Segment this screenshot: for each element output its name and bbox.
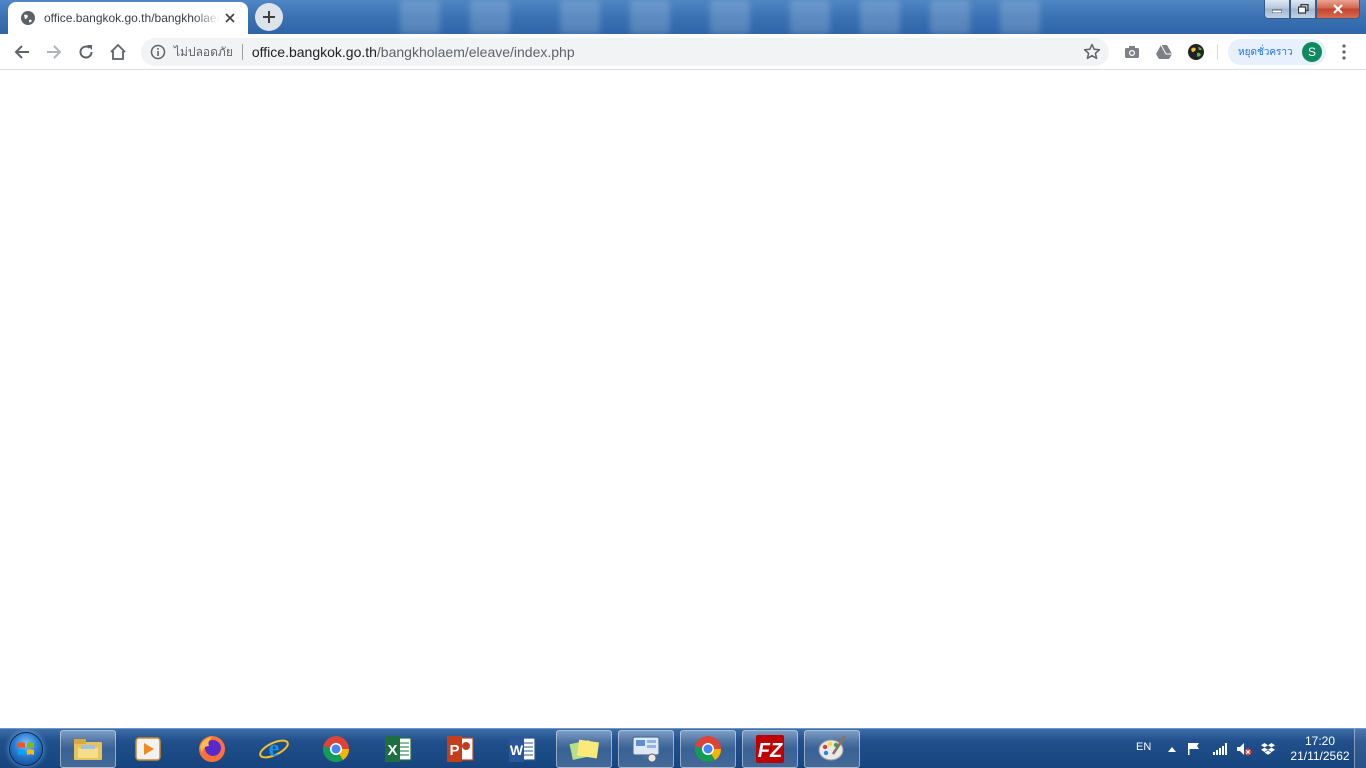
action-center-flag-icon[interactable]: [1186, 741, 1202, 757]
svg-text:FZ: FZ: [758, 740, 783, 762]
globe-icon: [21, 11, 35, 25]
aero-glass-highlight: [630, 0, 670, 34]
taskbar-clock[interactable]: 17:20 21/11/2562: [1284, 734, 1356, 764]
address-bar[interactable]: ไม่ปลอดภัย office.bangkok.go.th/bangkhol…: [141, 38, 1109, 66]
taskbar-word[interactable]: W: [494, 730, 550, 768]
close-icon[interactable]: [220, 8, 240, 28]
aero-glass-highlight: [930, 0, 970, 34]
file-explorer-icon: [74, 739, 102, 760]
svg-text:W: W: [510, 742, 524, 758]
taskbar-media-player[interactable]: [120, 730, 176, 768]
plus-icon: [263, 11, 275, 23]
powerpoint-icon: P: [447, 736, 474, 762]
chevron-up-icon[interactable]: [1164, 741, 1180, 757]
globe-extension-icon[interactable]: [1186, 42, 1206, 62]
svg-text:e: e: [269, 736, 280, 762]
close-window-button[interactable]: [1316, 0, 1360, 19]
browser-toolbar: ไม่ปลอดภัย office.bangkok.go.th/bangkhol…: [0, 34, 1366, 70]
paint-icon: [818, 735, 847, 761]
taskbar-excel[interactable]: X: [370, 730, 426, 768]
drive-icon[interactable]: [1154, 42, 1174, 62]
clock-time: 17:20: [1304, 734, 1336, 748]
window-controls: [1264, 0, 1360, 19]
profile-status-label: หยุดชั่วคราว: [1238, 46, 1293, 58]
filezilla-icon: FZ: [756, 735, 784, 763]
aero-glass-highlight: [560, 0, 600, 34]
clock-date: 21/11/2562: [1290, 749, 1350, 763]
home-button[interactable]: [104, 38, 132, 66]
camera-icon[interactable]: [1122, 42, 1142, 62]
internet-explorer-icon: e: [259, 736, 289, 762]
excel-icon: X: [385, 736, 412, 762]
show-desktop-button[interactable]: [1354, 729, 1366, 768]
sticky-notes-icon: [569, 739, 600, 760]
network-signal-icon[interactable]: [1212, 741, 1228, 757]
aero-glass-highlight: [790, 0, 830, 34]
aero-glass-highlight: [1000, 0, 1040, 34]
tab-title: office.bangkok.go.th/bangkholaem/eleave/…: [44, 11, 220, 25]
taskbar-paint[interactable]: [804, 730, 860, 768]
avatar: S: [1302, 42, 1322, 62]
taskbar-internet-explorer[interactable]: e: [246, 730, 302, 768]
url-host: office.bangkok.go.th: [251, 44, 377, 60]
url-path: /bangkholaem/eleave/index.php: [376, 44, 575, 60]
browser-tab-active[interactable]: office.bangkok.go.th/bangkholaem/eleave/…: [8, 2, 248, 34]
aero-glass-highlight: [710, 0, 750, 34]
browser-menu-button[interactable]: [1334, 42, 1354, 62]
kebab-menu-icon: [1342, 44, 1346, 60]
taskbar-chrome[interactable]: [308, 730, 364, 768]
minimize-button[interactable]: [1264, 0, 1290, 19]
omnibox-separator: [241, 44, 243, 60]
maximize-button[interactable]: [1290, 0, 1316, 19]
aero-glass-highlight: [470, 0, 510, 34]
taskbar-firefox[interactable]: [184, 730, 240, 768]
media-player-icon: [135, 737, 161, 761]
start-button[interactable]: [4, 730, 48, 768]
firefox-icon: [199, 736, 225, 762]
chrome-icon: [322, 736, 350, 763]
arrow-right-icon: [47, 45, 62, 59]
close-icon: [1333, 4, 1343, 14]
windows-logo-icon: [9, 732, 43, 766]
svg-text:P: P: [449, 742, 459, 759]
toolbar-separator: [1217, 44, 1218, 60]
forward-button[interactable]: [40, 38, 68, 66]
taskbar-file-explorer[interactable]: [60, 730, 116, 768]
security-status-label[interactable]: ไม่ปลอดภัย: [174, 43, 233, 62]
taskbar-sticky-notes[interactable]: [556, 730, 612, 768]
url-text[interactable]: office.bangkok.go.th/bangkholaem/eleave/…: [252, 44, 575, 60]
svg-text:X: X: [387, 742, 397, 759]
taskbar-filezilla[interactable]: FZ: [742, 730, 798, 768]
windows-taskbar: e X P W FZ EN 17:20 21/11/2562: [0, 728, 1366, 768]
minimize-icon: [1272, 9, 1282, 13]
page-viewport[interactable]: [0, 71, 1366, 728]
reload-button[interactable]: [72, 38, 100, 66]
info-icon[interactable]: [150, 44, 166, 60]
new-tab-button[interactable]: [255, 3, 283, 31]
word-icon: W: [509, 736, 536, 762]
language-indicator[interactable]: EN: [1136, 741, 1151, 753]
star-icon[interactable]: [1083, 43, 1101, 61]
taskbar-chrome-active[interactable]: [680, 730, 736, 768]
taskbar-powerpoint[interactable]: P: [432, 730, 488, 768]
aero-glass-highlight: [860, 0, 900, 34]
remote-desktop-icon: [632, 736, 660, 763]
dropbox-icon[interactable]: [1260, 741, 1276, 757]
reload-icon: [79, 45, 93, 59]
taskbar-remote-desktop[interactable]: [618, 730, 674, 768]
chrome-active-icon: [694, 736, 722, 763]
back-button[interactable]: [8, 38, 36, 66]
aero-glass-highlight: [400, 0, 440, 34]
maximize-icon: [1297, 4, 1309, 14]
home-icon: [110, 43, 126, 60]
profile-button[interactable]: หยุดชั่วคราว S: [1228, 39, 1326, 65]
arrow-left-icon: [14, 45, 29, 59]
browser-tab-strip: office.bangkok.go.th/bangkholaem/eleave/…: [0, 0, 1366, 34]
volume-muted-icon[interactable]: [1236, 741, 1252, 757]
